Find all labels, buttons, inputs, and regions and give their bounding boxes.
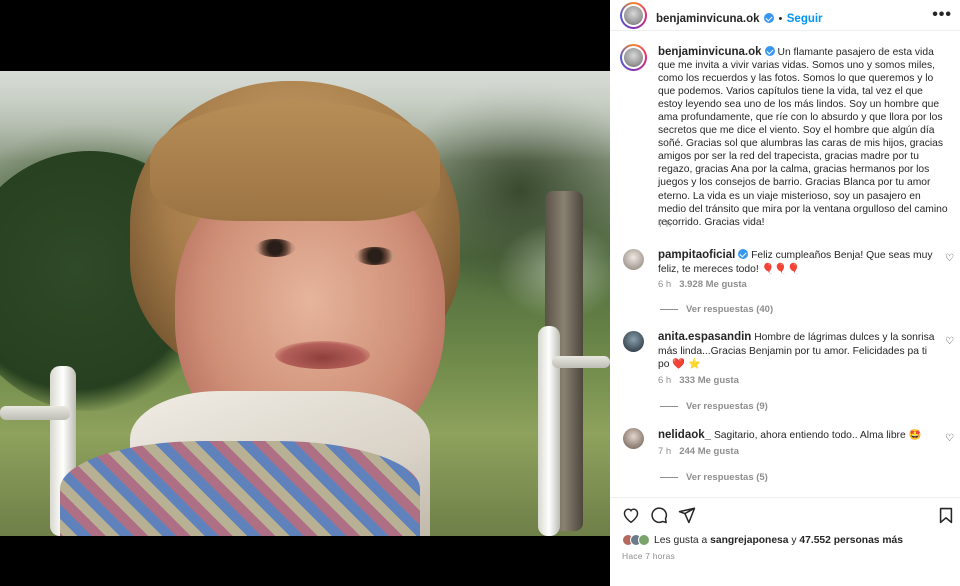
likes-count[interactable]: 47.552 personas más xyxy=(799,535,903,546)
follow-button[interactable]: Seguir xyxy=(787,13,823,25)
comment-likes[interactable]: 3.928 Me gusta xyxy=(679,279,747,290)
share-icon[interactable] xyxy=(676,504,698,526)
author-avatar[interactable] xyxy=(620,2,647,29)
post-age[interactable]: Hace 7 horas xyxy=(622,551,675,561)
view-replies-button[interactable]: Ver respuestas (9) xyxy=(660,401,768,412)
likes-summary: Les gusta a sangrejaponesa y 47.552 pers… xyxy=(622,534,903,546)
comment-username[interactable]: nelidaok_ xyxy=(658,429,711,441)
comment-body: anita.espasandin Hombre de lágrimas dulc… xyxy=(658,331,938,372)
replies-line xyxy=(660,476,678,478)
comment-likes[interactable]: 333 Me gusta xyxy=(679,375,739,386)
post-side-panel: benjaminvicuna.ok • Seguir ••• benjaminv… xyxy=(610,0,960,586)
post-photo[interactable] xyxy=(0,71,610,536)
actions-divider xyxy=(610,497,960,498)
view-replies-button[interactable]: Ver respuestas (40) xyxy=(660,304,773,315)
caption-text: Un flamante pasajero de esta vida que me… xyxy=(658,47,948,228)
post-media xyxy=(0,0,610,586)
more-options-icon[interactable]: ••• xyxy=(932,6,952,24)
comment-meta: 6 h 333 Me gusta xyxy=(658,375,739,386)
comment-body: nelidaok_ Sagitario, ahora entiendo todo… xyxy=(658,429,938,443)
comment-meta: 7 h 244 Me gusta xyxy=(658,446,739,457)
instagram-post-view: benjaminvicuna.ok • Seguir ••• benjaminv… xyxy=(0,0,960,586)
caption-timestamp[interactable]: 7 h xyxy=(658,219,671,230)
separator-dot: • xyxy=(778,13,783,25)
comment-time[interactable]: 6 h xyxy=(658,279,671,290)
comment-like-heart-icon[interactable]: ♡ xyxy=(945,253,954,264)
comment-username[interactable]: anita.espasandin xyxy=(658,331,751,343)
view-replies-label[interactable]: Ver respuestas (40) xyxy=(686,304,773,315)
comment-body: pampitaoficial Feliz cumpleaños Benja! Q… xyxy=(658,249,938,276)
comment-time[interactable]: 7 h xyxy=(658,446,671,457)
likes-text: Les gusta a sangrejaponesa y 47.552 pers… xyxy=(654,535,903,546)
caption-author-username[interactable]: benjaminvicuna.ok xyxy=(658,46,762,58)
comment-username[interactable]: pampitaoficial xyxy=(658,249,735,261)
comment-avatar[interactable] xyxy=(623,428,644,449)
comment-like-heart-icon[interactable]: ♡ xyxy=(945,336,954,347)
heart-icon[interactable] xyxy=(620,504,642,526)
comment-time[interactable]: 6 h xyxy=(658,375,671,386)
comment-likes[interactable]: 244 Me gusta xyxy=(679,446,739,457)
view-replies-label[interactable]: Ver respuestas (5) xyxy=(686,472,768,483)
verified-badge-icon xyxy=(764,46,775,56)
comment-avatar[interactable] xyxy=(623,331,644,352)
likes-prefix: Les gusta a xyxy=(654,534,711,546)
view-replies-button[interactable]: Ver respuestas (5) xyxy=(660,472,768,483)
comment-text: Sagitario, ahora entiendo todo.. Alma li… xyxy=(713,430,922,441)
liker-avatar xyxy=(638,534,650,546)
comment-meta: 6 h 3.928 Me gusta xyxy=(658,279,747,290)
view-replies-label[interactable]: Ver respuestas (9) xyxy=(686,401,768,412)
post-header: benjaminvicuna.ok • Seguir ••• xyxy=(610,0,960,31)
comment-icon[interactable] xyxy=(648,504,670,526)
author-username[interactable]: benjaminvicuna.ok xyxy=(656,13,760,25)
verified-badge-icon xyxy=(763,13,774,23)
replies-line xyxy=(660,308,678,310)
replies-line xyxy=(660,405,678,407)
likes-mid: y xyxy=(788,534,800,546)
post-caption: benjaminvicuna.ok Un flamante pasajero de… xyxy=(658,46,950,229)
comment-avatar[interactable] xyxy=(623,249,644,270)
bookmark-icon[interactable] xyxy=(936,504,956,526)
comment-like-heart-icon[interactable]: ♡ xyxy=(945,433,954,444)
caption-author-avatar[interactable] xyxy=(620,44,647,71)
liked-by-username[interactable]: sangrejaponesa xyxy=(710,535,788,546)
verified-badge-icon xyxy=(738,249,749,259)
